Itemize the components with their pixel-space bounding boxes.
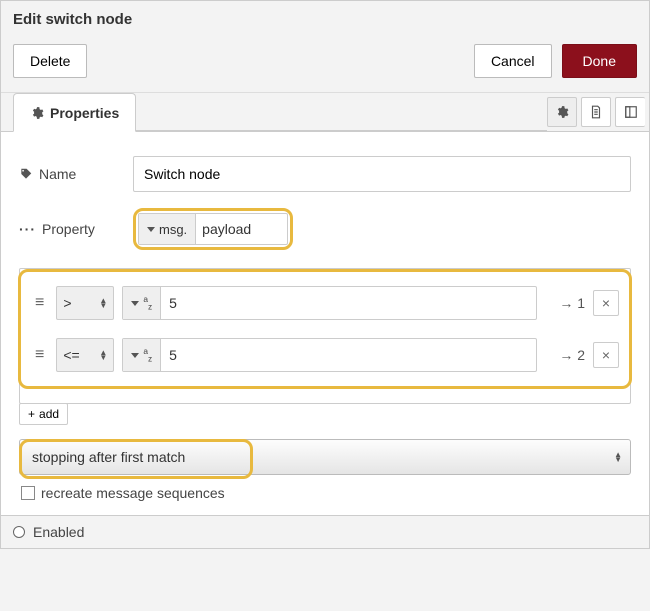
cancel-button[interactable]: Cancel [474,44,552,78]
layout-icon [624,105,638,119]
tab-settings-button[interactable] [547,97,577,127]
add-rule-button[interactable]: + add [19,403,68,425]
dialog-title: Edit switch node [1,1,649,34]
name-input[interactable] [133,156,631,192]
operator-select[interactable]: > ▲▼ [56,286,114,320]
drag-handle-icon[interactable]: ≡ [31,346,48,364]
operator-select[interactable]: <= ▲▼ [56,338,114,372]
property-value[interactable]: payload [196,214,287,244]
chevron-down-icon [131,301,139,306]
rule-row: ≡ > ▲▼ az 5 → 1 × [31,286,619,320]
close-icon: × [602,347,610,363]
updown-icon: ▲▼ [99,350,107,360]
footer: Enabled [1,515,649,548]
tab-appearance-button[interactable] [615,97,645,127]
operator-value: <= [63,347,79,363]
form-content: Name ··· Property msg. payload [1,132,649,515]
rule-value-input[interactable]: 5 [161,339,536,371]
tab-properties-label: Properties [50,105,119,121]
match-mode-select[interactable]: stopping after first match ▲▼ [19,439,631,475]
delete-button[interactable]: Delete [13,44,87,78]
document-icon [589,105,603,119]
value-type-button[interactable]: az [123,339,161,371]
rule-value-input[interactable]: 5 [161,287,536,319]
plus-icon: + [28,407,35,421]
tab-description-button[interactable] [581,97,611,127]
operator-value: > [63,295,71,311]
enabled-label: Enabled [33,524,84,540]
ellipsis-icon: ··· [19,221,36,237]
chevron-down-icon [147,227,155,232]
gear-icon [555,105,569,119]
done-button[interactable]: Done [562,44,637,78]
rule-row: ≡ <= ▲▼ az 5 → 2 × [31,338,619,372]
recreate-sequences-label: recreate message sequences [41,485,225,501]
recreate-sequences-checkbox[interactable] [21,486,35,500]
property-label: ··· Property [19,221,119,237]
chevron-down-icon [131,353,139,358]
value-type-button[interactable]: az [123,287,161,319]
updown-icon: ▲▼ [99,298,107,308]
rules-list: ≡ > ▲▼ az 5 → 1 × [18,269,632,389]
gear-icon [30,106,44,120]
string-type-icon: az [143,295,152,310]
tag-icon [19,167,33,181]
output-index: → 1 [545,295,585,311]
string-type-icon: az [143,347,152,362]
output-index: → 2 [545,347,585,363]
remove-rule-button[interactable]: × [593,290,619,316]
toolbar: Delete Cancel Done [1,34,649,93]
name-label: Name [19,166,119,182]
tabs: Properties [1,93,649,132]
property-type-button[interactable]: msg. [139,214,196,244]
remove-rule-button[interactable]: × [593,342,619,368]
tab-properties[interactable]: Properties [13,93,136,132]
updown-icon: ▲▼ [614,452,622,462]
drag-handle-icon[interactable]: ≡ [31,294,48,312]
enabled-toggle[interactable] [13,526,25,538]
match-mode-value: stopping after first match [32,449,185,465]
close-icon: × [602,295,610,311]
property-type-label: msg. [159,222,187,237]
